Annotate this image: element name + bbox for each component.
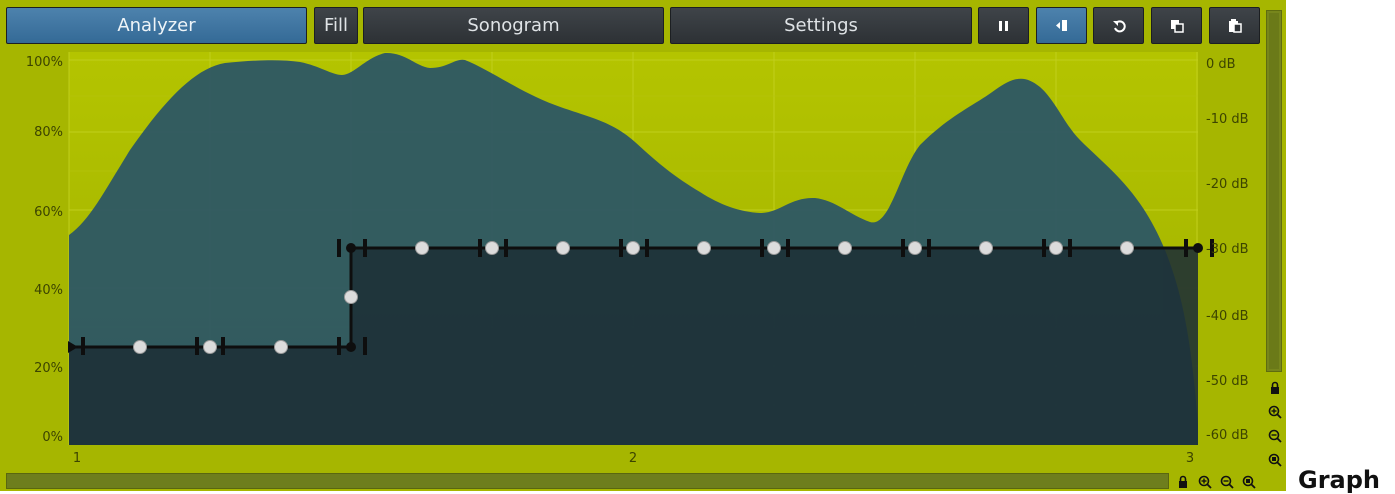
zoom-reset-icon[interactable]	[1268, 453, 1282, 467]
y-right-tick: -30 dB	[1206, 242, 1249, 257]
zoom-in-icon[interactable]	[1198, 475, 1212, 489]
x-tick: 2	[629, 451, 637, 466]
reset-button[interactable]	[1093, 7, 1144, 44]
y-left-tick: 80%	[34, 125, 63, 140]
reset-icon	[1112, 19, 1126, 32]
x-tick: 3	[1186, 451, 1194, 466]
analyzer-graph[interactable]: 100% 80% 60% 40% 20% 0% 0 dB -10 dB -20 …	[0, 50, 1262, 470]
y-left-tick: 60%	[34, 205, 63, 220]
y-right-tick: -40 dB	[1206, 309, 1249, 324]
graph-caption: Graph	[1298, 466, 1380, 494]
y-left-tick: 100%	[26, 55, 63, 70]
sonogram-button[interactable]: Sonogram	[363, 7, 664, 44]
paste-icon	[1228, 18, 1242, 33]
copy-icon	[1170, 19, 1184, 33]
analyzer-button[interactable]: Analyzer	[6, 7, 307, 44]
pause-icon	[998, 20, 1008, 31]
y-left-tick: 0%	[42, 430, 63, 445]
y-left-tick: 40%	[34, 283, 63, 298]
y-right-tick: 0 dB	[1206, 57, 1236, 72]
copy-button[interactable]	[1151, 7, 1202, 44]
vertical-scrollbar[interactable]	[1266, 10, 1282, 372]
zoom-reset-icon[interactable]	[1242, 475, 1256, 489]
graph-panel: Analyzer Fill Sonogram Settings 100% 80%…	[0, 0, 1286, 491]
y-right-tick: -60 dB	[1206, 428, 1249, 443]
y-right-tick: -20 dB	[1206, 177, 1249, 192]
horizontal-scrollbar[interactable]	[6, 473, 1169, 489]
y-left-tick: 20%	[34, 361, 63, 376]
fill-button[interactable]: Fill	[314, 7, 358, 44]
vertical-scroll-thumb[interactable]	[1269, 13, 1279, 369]
x-tick: 1	[73, 451, 81, 466]
zoom-out-icon[interactable]	[1268, 429, 1282, 443]
lock-icon[interactable]	[1176, 475, 1190, 489]
zoom-in-icon[interactable]	[1268, 405, 1282, 419]
freeze-button[interactable]	[1036, 7, 1087, 44]
zoom-out-icon[interactable]	[1220, 475, 1234, 489]
lock-icon[interactable]	[1268, 381, 1282, 395]
paste-button[interactable]	[1209, 7, 1260, 44]
pause-button[interactable]	[978, 7, 1029, 44]
settings-button[interactable]: Settings	[670, 7, 972, 44]
y-right-tick: -10 dB	[1206, 112, 1249, 127]
freeze-icon	[1055, 20, 1067, 31]
y-right-tick: -50 dB	[1206, 374, 1249, 389]
